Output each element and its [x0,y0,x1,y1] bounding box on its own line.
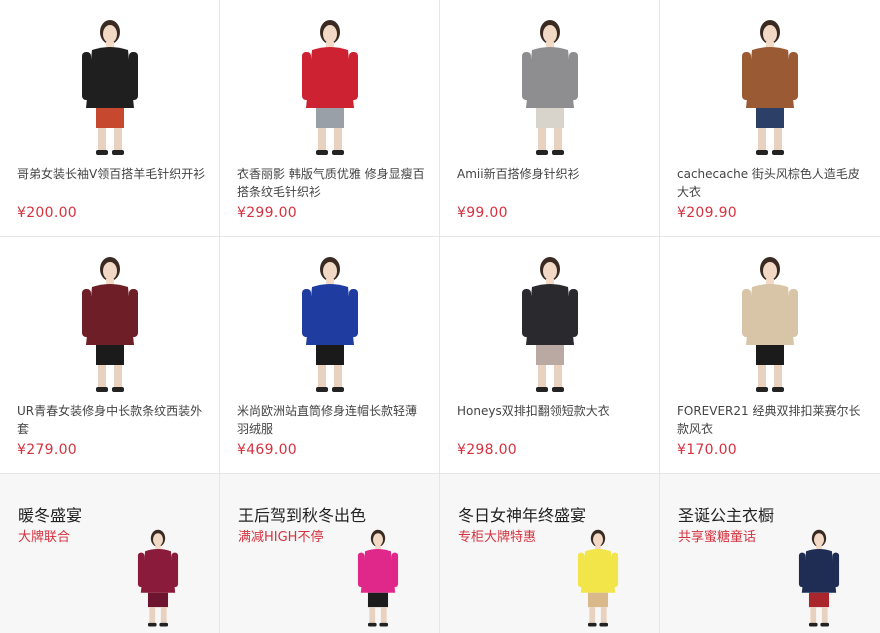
burgundy-long-coat-model [82,257,138,392]
product-price: ¥170.00 [677,442,737,458]
plaid-coat-model [798,529,840,627]
promo-image[interactable] [776,521,862,633]
product-title[interactable]: FOREVER21 经典双排扣莱赛尔长款风衣 [677,402,867,438]
product-card[interactable]: 哥弟女装长袖V领百搭羊毛针织开衫 ¥200.00 [0,0,220,237]
product-title[interactable]: Amii新百搭修身针织衫 [457,165,647,183]
promo-subtitle[interactable]: 大牌联合 [18,526,70,545]
striped-sweater-model [302,20,358,155]
black-cardigan-model [82,20,138,155]
product-image[interactable] [270,16,390,156]
black-pea-coat-model [522,257,578,392]
promo-image[interactable] [115,521,201,633]
product-card[interactable]: Amii新百搭修身针织衫 ¥99.00 [440,0,660,237]
product-image[interactable] [50,253,170,393]
product-card[interactable]: 衣香丽影 韩版气质优雅 修身显瘦百搭条纹毛针织衫 ¥299.00 [220,0,440,237]
product-price: ¥299.00 [237,205,297,221]
product-title[interactable]: UR青春女装修身中长款条纹西装外套 [17,402,207,438]
promo-banner[interactable]: 圣诞公主衣橱 共享蜜糖童话 [660,474,880,633]
promo-subtitle[interactable]: 共享蜜糖童话 [678,526,756,545]
pink-coat-model [357,529,399,627]
product-card[interactable]: UR青春女装修身中长款条纹西装外套 ¥279.00 [0,237,220,474]
product-title[interactable]: 哥弟女装长袖V领百搭羊毛针织开衫 [17,165,207,183]
product-image[interactable] [710,253,830,393]
product-price: ¥99.00 [457,205,508,221]
promo-title[interactable]: 圣诞公主衣橱 [678,502,774,526]
product-price: ¥200.00 [17,205,77,221]
product-title[interactable]: cachecache 街头风棕色人造毛皮大衣 [677,165,867,201]
product-price: ¥469.00 [237,442,297,458]
product-card[interactable]: Honeys双排扣翻领短款大衣 ¥298.00 [440,237,660,474]
product-price: ¥298.00 [457,442,517,458]
product-image[interactable] [50,16,170,156]
promo-row: 暖冬盛宴 大牌联合 王后驾到秋冬出色 满减HIGH不停 冬日女神年终盛宴 专柜大… [0,474,880,633]
product-title[interactable]: 米尚欧洲站直筒修身连帽长款轻薄羽绒服 [237,402,427,438]
product-price: ¥279.00 [17,442,77,458]
product-row-1: 哥弟女装长袖V领百搭羊毛针织开衫 ¥200.00 衣香丽影 韩版气质优雅 修身显… [0,0,880,237]
beige-trench-model [742,257,798,392]
promo-subtitle[interactable]: 满减HIGH不停 [238,526,323,545]
promo-image[interactable] [335,521,421,633]
product-title[interactable]: 衣香丽影 韩版气质优雅 修身显瘦百搭条纹毛针织衫 [237,165,427,201]
grey-knit-model [522,20,578,155]
promo-banner[interactable]: 冬日女神年终盛宴 专柜大牌特惠 [440,474,660,633]
yellow-coat-model [577,529,619,627]
promo-banner[interactable]: 暖冬盛宴 大牌联合 [0,474,220,633]
promo-title[interactable]: 暖冬盛宴 [18,502,82,526]
product-price: ¥209.90 [677,205,737,221]
promo-banner[interactable]: 王后驾到秋冬出色 满减HIGH不停 [220,474,440,633]
product-row-2: UR青春女装修身中长款条纹西装外套 ¥279.00 米尚欧洲站直筒修身连帽长款轻… [0,237,880,474]
burgundy-coat-image [137,529,179,627]
product-image[interactable] [490,253,610,393]
product-image[interactable] [490,16,610,156]
blue-down-coat-model [302,257,358,392]
brown-fur-coat-model [742,20,798,155]
promo-image[interactable] [555,521,641,633]
product-image[interactable] [710,16,830,156]
product-card[interactable]: 米尚欧洲站直筒修身连帽长款轻薄羽绒服 ¥469.00 [220,237,440,474]
product-title[interactable]: Honeys双排扣翻领短款大衣 [457,402,647,420]
promo-subtitle[interactable]: 专柜大牌特惠 [458,526,536,545]
product-card[interactable]: FOREVER21 经典双排扣莱赛尔长款风衣 ¥170.00 [660,237,880,474]
product-image[interactable] [270,253,390,393]
product-grid: 哥弟女装长袖V领百搭羊毛针织开衫 ¥200.00 衣香丽影 韩版气质优雅 修身显… [0,0,880,633]
product-card[interactable]: cachecache 街头风棕色人造毛皮大衣 ¥209.90 [660,0,880,237]
